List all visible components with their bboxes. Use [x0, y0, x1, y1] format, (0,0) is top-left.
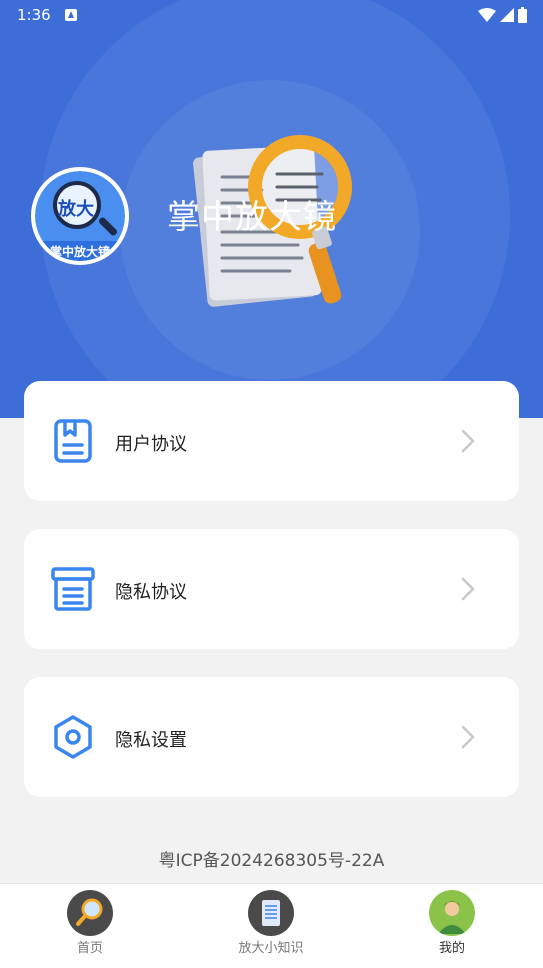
chevron-right-icon: [461, 725, 475, 749]
wifi-icon: [478, 8, 496, 22]
avatar-text: 放大: [58, 199, 94, 220]
user-avatar-icon: [429, 890, 475, 936]
menu-item-label: 用户协议: [115, 434, 187, 455]
menu-item-label: 隐私设置: [115, 730, 187, 751]
tab-mine[interactable]: 我的: [392, 890, 512, 956]
battery-icon: [518, 7, 527, 23]
menu-item-user-agreement[interactable]: 用户协议: [24, 381, 519, 501]
bottom-tab-bar: 首页 放大小知识 我的: [0, 883, 543, 968]
chevron-right-icon: [461, 429, 475, 453]
document-bookmark-icon: [54, 419, 92, 463]
profile-header: 1:36 放大 掌中放大镜 掌中放大镜: [0, 0, 543, 418]
icp-record[interactable]: 粤ICP备2024268305号-22A: [0, 846, 543, 871]
menu-item-privacy-agreement[interactable]: 隐私协议: [24, 529, 519, 649]
tab-label: 首页: [76, 941, 103, 956]
tab-label: 我的: [438, 941, 465, 956]
tab-label: 放大小知识: [238, 941, 304, 956]
app-avatar[interactable]: 放大 掌中放大镜: [31, 167, 129, 265]
avatar-caption: 掌中放大镜: [49, 245, 110, 259]
notebook-icon: [248, 890, 294, 936]
chevron-right-icon: [461, 577, 475, 601]
status-bar: 1:36: [0, 0, 543, 32]
app-name: 掌中放大镜: [167, 197, 337, 236]
archive-box-icon: [51, 567, 95, 611]
menu-item-privacy-settings[interactable]: 隐私设置: [24, 677, 519, 797]
signal-icon: [500, 8, 514, 22]
status-time: 1:36: [17, 6, 51, 24]
magnifier-icon: [67, 890, 113, 936]
tab-knowledge[interactable]: 放大小知识: [211, 890, 331, 956]
hexagon-settings-icon: [54, 715, 92, 759]
menu-item-label: 隐私协议: [115, 582, 187, 603]
tab-home[interactable]: 首页: [30, 890, 150, 956]
notification-icon: [65, 9, 77, 21]
